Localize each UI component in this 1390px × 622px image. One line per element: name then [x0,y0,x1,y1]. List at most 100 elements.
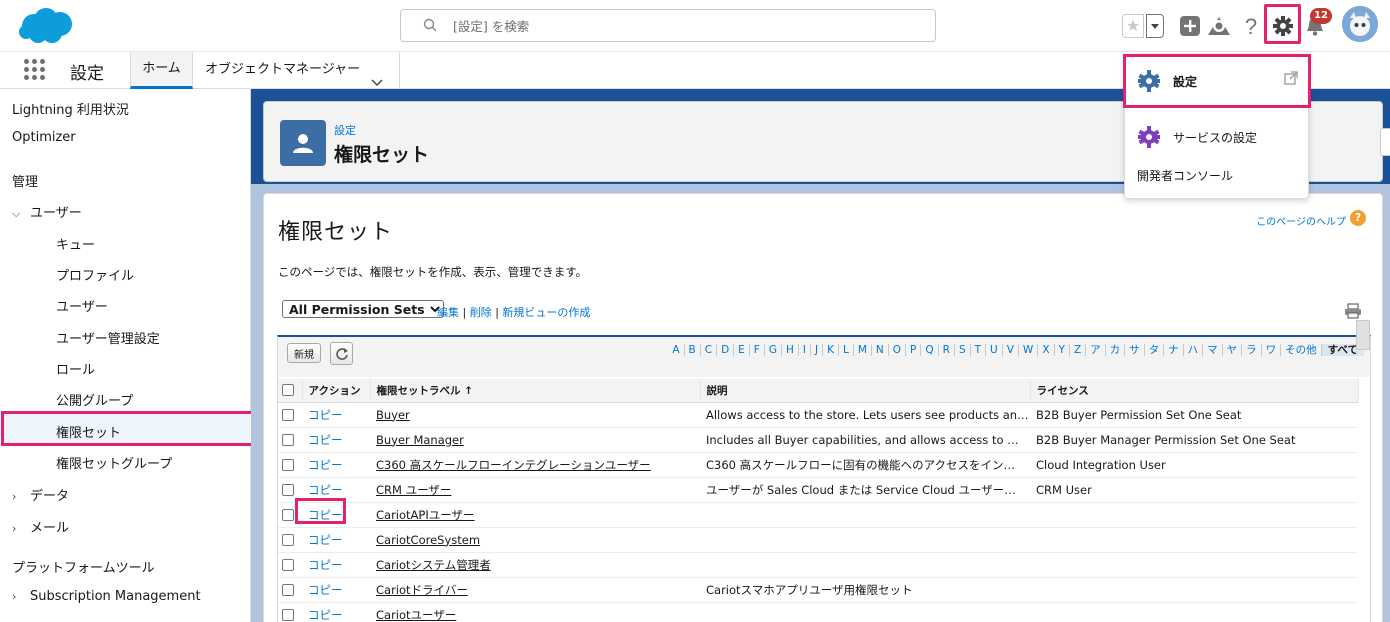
scrollbar[interactable] [1356,320,1370,350]
permission-set-link[interactable]: CariotAPIユーザー [376,508,475,522]
column-description[interactable]: 説明 [700,379,1031,403]
new-button[interactable]: 新規 [287,343,321,363]
alphabet-filter-item[interactable]: J [811,344,824,356]
sidebar-item-permission-set-groups[interactable]: 権限セットグループ [56,453,172,472]
tab-object-manager[interactable]: オブジェクトマネージャー [193,52,400,89]
alphabet-filter-item[interactable]: P [906,344,922,356]
copy-link[interactable]: コピー [308,408,343,422]
view-select[interactable]: All Permission Sets [282,300,444,318]
alphabet-filter-item[interactable]: D [717,344,735,356]
row-checkbox[interactable] [282,584,294,596]
sidebar-item-public-groups[interactable]: 公開グループ [56,390,133,409]
row-checkbox[interactable] [282,534,294,546]
alphabet-filter-item[interactable]: A [668,344,685,356]
sidebar-item-lightning-usage[interactable]: Lightning 利用状況 [12,99,129,118]
sidebar-group-data[interactable]: › データ [12,485,69,504]
alphabet-filter-item[interactable]: R [939,344,955,356]
alphabet-filter-item[interactable]: S [955,344,971,356]
row-checkbox[interactable] [282,509,294,521]
row-checkbox[interactable] [282,484,294,496]
row-checkbox[interactable] [282,609,294,621]
alphabet-filter-item[interactable]: G [765,344,782,356]
global-search[interactable] [400,9,936,42]
edit-view-link[interactable]: 編集 [437,306,459,319]
permission-set-link[interactable]: CRM ユーザー [376,483,451,497]
app-launcher-icon[interactable] [24,59,46,81]
star-icon[interactable]: ★ [1122,14,1144,38]
sidebar-item-permission-sets[interactable]: 権限セット [56,422,121,441]
sidebar-item-queues[interactable]: キュー [56,234,95,253]
select-all-checkbox[interactable] [282,384,294,397]
sidebar-item-optimizer[interactable]: Optimizer [12,130,76,145]
permission-set-link[interactable]: Buyer [376,408,410,422]
alphabet-filter-item[interactable]: ラ [1242,344,1262,356]
salesforce-logo[interactable] [16,6,76,50]
sidebar-group-subscription[interactable]: › Subscription Management [12,589,201,604]
tab-home[interactable]: ホーム [130,52,193,89]
alphabet-filter-item[interactable]: ナ [1164,344,1184,356]
permission-set-link[interactable]: Cariotドライバー [376,583,468,597]
sidebar-group-users[interactable]: ⌵ ユーザー [12,202,82,221]
alphabet-filter-item[interactable]: Y [1055,344,1070,356]
alphabet-filter-item[interactable]: ヤ [1223,344,1243,356]
setup-menu-item-service-setup[interactable]: サービスの設定 [1137,125,1257,149]
setup-menu-item-developer-console[interactable]: 開発者コンソール [1137,167,1233,184]
alphabet-filter-item[interactable]: V [1003,344,1019,356]
column-label[interactable]: 権限セットラベル ↑ [370,379,701,403]
permission-set-link[interactable]: C360 高スケールフローインテグレーションユーザー [376,458,651,472]
alphabet-filter-item[interactable]: L [839,344,854,356]
alphabet-filter-item[interactable]: マ [1203,344,1223,356]
chevron-right-icon[interactable]: › [12,522,30,535]
delete-view-link[interactable]: 削除 [470,306,492,319]
alphabet-filter-item[interactable]: U [986,344,1003,356]
alphabet-filter-item[interactable]: M [854,344,872,356]
help-question-icon[interactable]: ? [1350,210,1366,226]
chevron-right-icon[interactable]: › [12,490,30,503]
chevron-down-icon[interactable]: ⌵ [12,207,30,221]
row-checkbox[interactable] [282,434,294,446]
alphabet-filter-item[interactable]: ワ [1262,344,1282,356]
alphabet-filter-item[interactable]: X [1038,344,1055,356]
global-actions-button[interactable] [1177,12,1203,40]
permission-set-link[interactable]: Buyer Manager [376,433,464,447]
alphabet-filter-item[interactable]: C [701,344,718,356]
side-panel-handle[interactable] [1380,128,1390,156]
row-checkbox[interactable] [282,409,294,421]
breadcrumb[interactable]: 設定 [334,122,356,138]
permission-set-link[interactable]: CariotCoreSystem [376,533,480,547]
new-view-link[interactable]: 新規ビューの作成 [502,306,590,319]
copy-link[interactable]: コピー [308,433,343,447]
column-license[interactable]: ライセンス [1030,379,1359,403]
alphabet-filter-item[interactable]: F [750,344,765,356]
permission-set-link[interactable]: Cariotユーザー [376,608,456,622]
alphabet-filter-item[interactable]: Z [1070,344,1087,356]
alphabet-filter-item[interactable]: H [782,344,799,356]
alphabet-filter-item[interactable]: ハ [1184,344,1204,356]
alphabet-filter-item[interactable]: タ [1145,344,1165,356]
alphabet-filter-item[interactable]: サ [1125,344,1145,356]
sidebar-group-mail[interactable]: › メール [12,517,69,536]
sidebar-item-users[interactable]: ユーザー [56,296,108,315]
alphabet-filter-item[interactable]: E [734,344,750,356]
alphabet-filter-item[interactable]: Q [921,344,939,356]
alphabet-filter-item[interactable]: O [889,344,907,356]
alphabet-filter-item[interactable]: W [1019,344,1039,356]
alphabet-filter-item[interactable]: T [971,344,987,356]
copy-link[interactable]: コピー [308,458,343,472]
permission-set-link[interactable]: Cariotシステム管理者 [376,558,491,572]
alphabet-filter-item[interactable]: N [872,344,889,356]
alphabet-filter-item[interactable]: カ [1106,344,1126,356]
copy-link[interactable]: コピー [308,608,343,622]
sidebar-item-profiles[interactable]: プロファイル [56,265,134,284]
trailhead-guidance-icon[interactable] [1206,12,1232,40]
avatar[interactable] [1342,6,1378,42]
refresh-icon[interactable] [330,342,353,365]
alphabet-filter-item[interactable]: K [823,344,839,356]
row-checkbox[interactable] [282,459,294,471]
alphabet-filter-item[interactable]: その他 [1281,344,1322,356]
sidebar-item-roles[interactable]: ロール [56,359,95,378]
copy-link[interactable]: コピー [308,533,343,547]
row-checkbox[interactable] [282,559,294,571]
alphabet-filter-item[interactable]: ア [1086,344,1106,356]
copy-link[interactable]: コピー [308,558,343,572]
